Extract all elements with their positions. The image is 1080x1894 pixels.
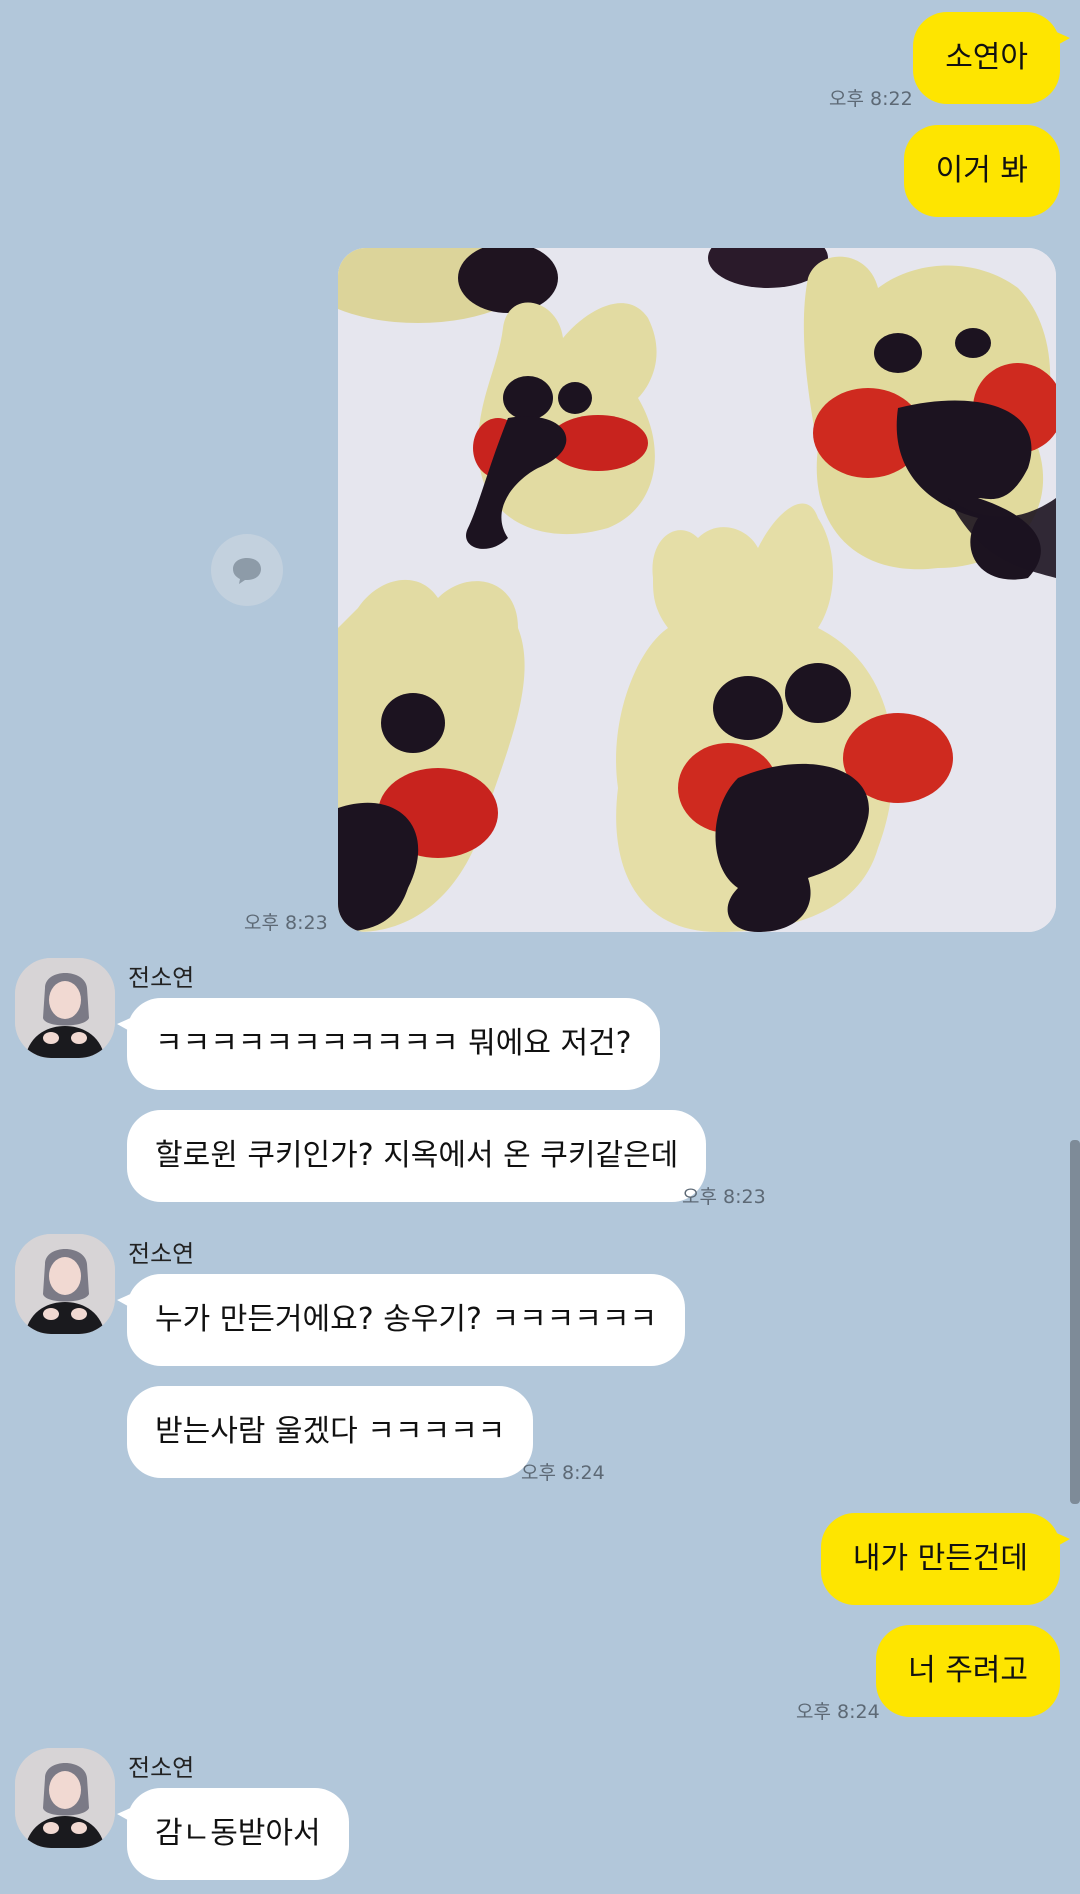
scrollbar[interactable] (1070, 1140, 1080, 1504)
their-message-bubble[interactable]: ㅋㅋㅋㅋㅋㅋㅋㅋㅋㅋㅋ 뭐에요 저건? (117, 998, 660, 1090)
profile-photo (15, 1748, 115, 1848)
message-timestamp: 오후 8:22 (829, 88, 913, 110)
shared-photo[interactable] (338, 248, 1056, 932)
my-message-bubble[interactable]: 내가 만든건데 (820, 1513, 1071, 1605)
message-text: 누가 만든거에요? 송우기? ㅋㅋㅋㅋㅋㅋ (155, 1302, 658, 1337)
message-timestamp: 오후 8:23 (682, 1186, 766, 1208)
sender-name: 전소연 (128, 1240, 195, 1268)
message-text: 할로윈 쿠키인가? 지옥에서 온 쿠키같은데 (155, 1138, 679, 1173)
their-message-bubble[interactable]: 받는사람 울겠다 ㅋㅋㅋㅋㅋ (127, 1386, 534, 1478)
sender-name: 전소연 (128, 1754, 195, 1782)
speech-bubble-icon (233, 558, 261, 584)
message-timestamp: 오후 8:24 (521, 1462, 605, 1484)
avatar[interactable] (15, 1234, 115, 1334)
message-text: 받는사람 울겠다 ㅋㅋㅋㅋㅋ (155, 1414, 506, 1449)
message-text: ㅋㅋㅋㅋㅋㅋㅋㅋㅋㅋㅋ 뭐에요 저건? (155, 1026, 632, 1061)
avatar[interactable] (15, 958, 115, 1058)
my-message-bubble[interactable]: 너 주려고 (876, 1625, 1060, 1717)
profile-photo (15, 958, 115, 1058)
avatar[interactable] (15, 1748, 115, 1848)
their-message-bubble[interactable]: 할로윈 쿠키인가? 지옥에서 온 쿠키같은데 (127, 1110, 707, 1202)
their-message-bubble[interactable]: 누가 만든거에요? 송우기? ㅋㅋㅋㅋㅋㅋ (116, 1274, 686, 1366)
message-text: 소연아 (945, 40, 1028, 75)
message-timestamp: 오후 8:23 (244, 912, 328, 934)
sender-name: 전소연 (128, 964, 195, 992)
message-text: 이거 봐 (935, 153, 1028, 188)
their-message-bubble[interactable]: 감ㄴ동받아서 (117, 1788, 349, 1880)
my-message-bubble[interactable]: 소연아 (913, 12, 1070, 104)
my-message-bubble[interactable]: 이거 봐 (903, 125, 1060, 217)
message-text: 너 주려고 (908, 1653, 1028, 1688)
message-timestamp: 오후 8:24 (796, 1701, 880, 1723)
message-text: 내가 만든건데 (852, 1541, 1028, 1576)
share-button[interactable] (211, 534, 283, 606)
cookie-photo (338, 248, 1056, 932)
message-text: 감ㄴ동받아서 (155, 1816, 321, 1851)
profile-photo (15, 1234, 115, 1334)
